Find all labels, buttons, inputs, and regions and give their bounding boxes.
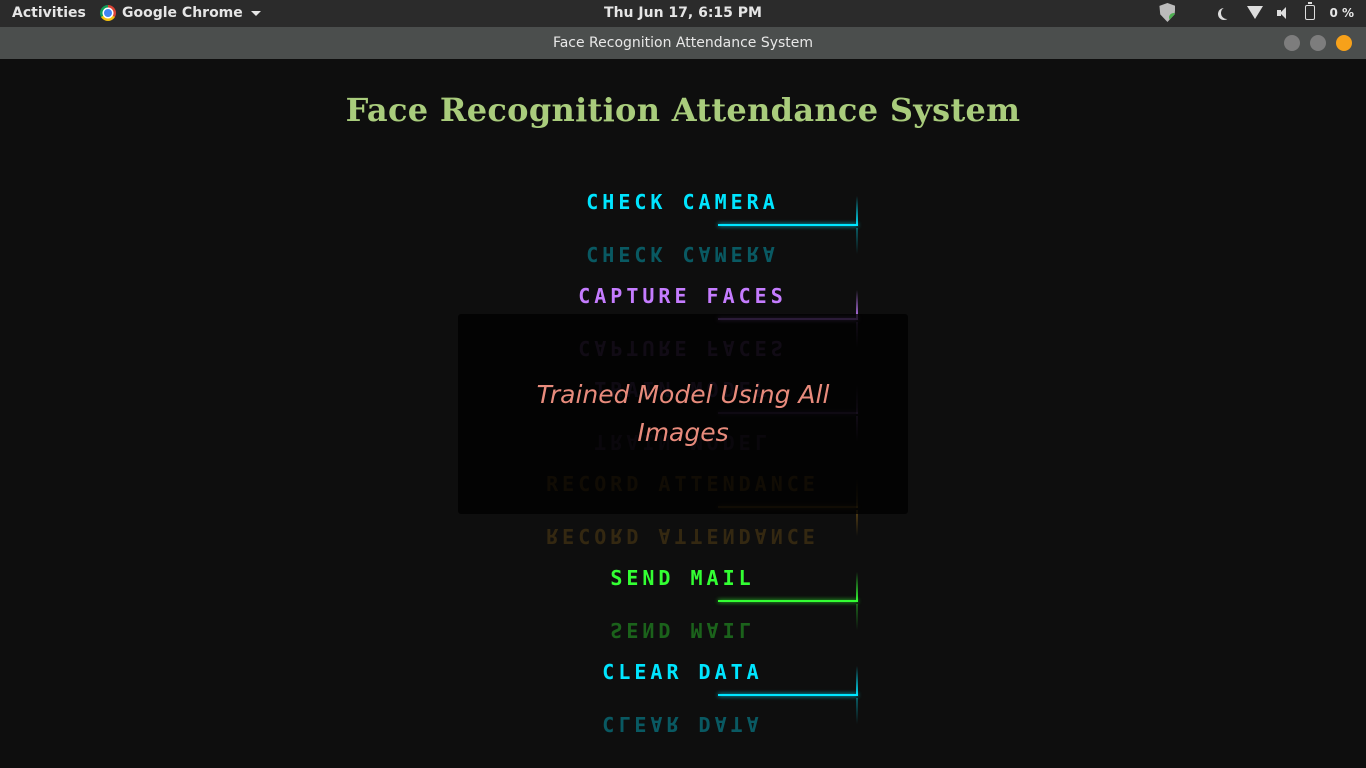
page-title: Face Recognition Attendance System xyxy=(345,91,1021,129)
button-reflection-line xyxy=(856,698,858,724)
app-menu[interactable]: Google Chrome xyxy=(100,5,261,21)
window-title: Face Recognition Attendance System xyxy=(552,35,814,51)
notification-dialog: Trained Model Using All Images xyxy=(458,314,908,514)
button-edge-line xyxy=(856,666,858,696)
chevron-down-icon xyxy=(250,10,261,16)
button-underline xyxy=(718,224,858,226)
window-title-bar[interactable]: Face Recognition Attendance System xyxy=(0,27,1366,59)
minimize-button[interactable] xyxy=(1284,35,1300,51)
button-reflection: CHECK CAMERA xyxy=(586,242,779,266)
button-reflection-line xyxy=(856,228,858,254)
clock[interactable]: Thu Jun 17, 6:15 PM xyxy=(604,5,762,21)
button-underline xyxy=(718,694,858,696)
button-underline xyxy=(718,600,858,602)
menu-button-label: CHECK CAMERA xyxy=(586,190,779,214)
button-reflection: SEND MAIL xyxy=(610,618,755,642)
button-edge-line xyxy=(856,196,858,226)
notification-message: Trained Model Using All Images xyxy=(536,380,830,447)
button-reflection: CLEAR DATA xyxy=(602,712,763,736)
app-window: Face Recognition Attendance System CHECK… xyxy=(0,59,1366,768)
battery-percent: 0 % xyxy=(1329,5,1354,20)
wifi-icon xyxy=(1247,6,1264,19)
menu-button-clear-data[interactable]: CLEAR DATA CLEAR DATA xyxy=(540,654,858,736)
system-top-bar: Activities Google Chrome Thu Jun 17, 6:1… xyxy=(0,0,1366,27)
volume-icon xyxy=(1277,6,1291,20)
menu-button-label: CAPTURE FACES xyxy=(578,284,787,308)
activities-button[interactable]: Activities xyxy=(12,5,86,21)
button-edge-line xyxy=(856,572,858,602)
menu-button-send-mail[interactable]: SEND MAIL SEND MAIL xyxy=(540,560,858,642)
menu-button-label: SEND MAIL xyxy=(610,566,755,590)
button-reflection: RECORD ATTENDANCE xyxy=(546,524,819,548)
button-reflection-line xyxy=(856,604,858,630)
chrome-icon xyxy=(100,5,116,21)
close-button[interactable] xyxy=(1336,35,1352,51)
app-menu-label: Google Chrome xyxy=(122,5,243,21)
shield-icon[interactable] xyxy=(1159,3,1176,22)
menu-button-check-camera[interactable]: CHECK CAMERA CHECK CAMERA xyxy=(540,184,858,266)
night-light-icon xyxy=(1221,7,1233,19)
menu-button-label: CLEAR DATA xyxy=(602,660,763,684)
system-tray[interactable]: 0 % xyxy=(1159,2,1354,22)
maximize-button[interactable] xyxy=(1310,35,1326,51)
battery-icon xyxy=(1305,2,1316,20)
